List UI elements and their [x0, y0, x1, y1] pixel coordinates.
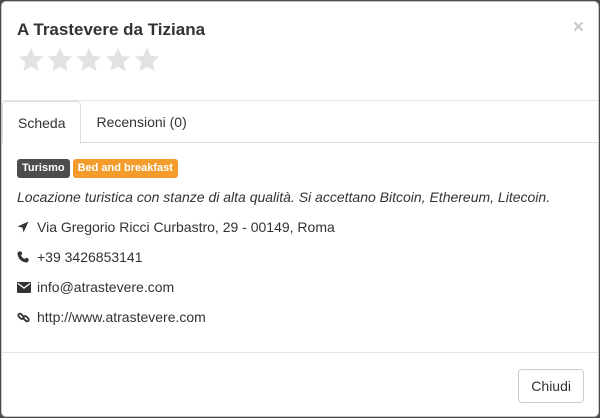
location-arrow-icon [17, 221, 37, 233]
category-badges: Turismo Bed and breakfast [17, 159, 583, 180]
star-icon[interactable] [75, 46, 103, 76]
modal-header: A Trastevere da Tiziana × [2, 2, 598, 101]
close-button[interactable]: Chiudi [518, 369, 584, 403]
email-text[interactable]: info@atrastevere.com [37, 279, 174, 295]
address-text: Via Gregorio Ricci Curbastro, 29 - 00149… [37, 219, 335, 235]
modal-title: A Trastevere da Tiziana [17, 20, 206, 39]
star-icon[interactable] [46, 46, 74, 76]
star-icon[interactable] [17, 46, 45, 76]
phone-text[interactable]: +39 3426853141 [37, 249, 143, 265]
modal-footer: Chiudi [2, 353, 598, 416]
website-link[interactable]: http://www.atrastevere.com [37, 309, 206, 325]
phone-row: +39 3426853141 [17, 242, 583, 272]
star-rating[interactable] [17, 46, 583, 76]
tab-content: Turismo Bed and breakfast Locazione turi… [2, 143, 598, 353]
email-row: info@atrastevere.com [17, 272, 583, 302]
tab-scheda[interactable]: Scheda [2, 101, 82, 144]
star-icon[interactable] [104, 46, 132, 76]
place-modal: A Trastevere da Tiziana × Scheda Recensi… [1, 1, 599, 417]
description: Locazione turistica con stanze di alta q… [17, 189, 551, 205]
star-icon[interactable] [133, 46, 161, 76]
type-badge: Bed and breakfast [72, 159, 178, 178]
category-badge: Turismo [17, 159, 70, 178]
website-row: http://www.atrastevere.com [17, 302, 583, 332]
link-icon [17, 311, 37, 324]
tab-bar: Scheda Recensioni (0) [2, 101, 598, 144]
close-icon[interactable]: × [573, 18, 584, 38]
envelope-icon [17, 281, 37, 293]
address-row: Via Gregorio Ricci Curbastro, 29 - 00149… [17, 212, 583, 242]
phone-icon [17, 251, 37, 263]
tab-recensioni[interactable]: Recensioni (0) [81, 101, 201, 143]
